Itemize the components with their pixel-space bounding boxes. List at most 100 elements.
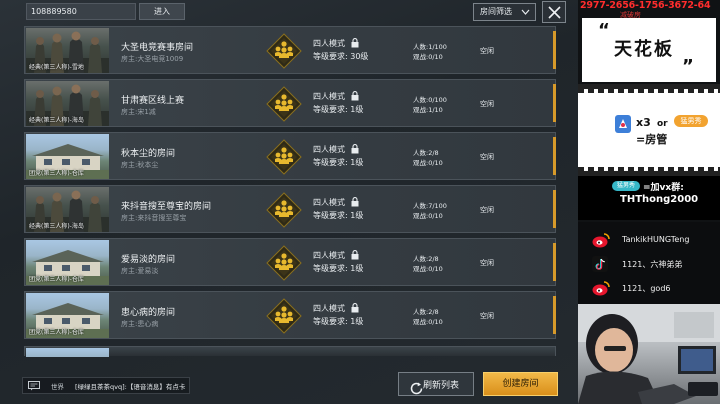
room-id-input[interactable]: 108889580: [26, 3, 136, 20]
film-border-bottom: [578, 167, 720, 171]
create-room-button[interactable]: 创建房间: [483, 372, 558, 396]
room-name: 大圣电竞赛事房间: [121, 43, 194, 53]
map-thumbnail: 团竞(第三人称)-仓库: [26, 293, 109, 338]
room-status: 空闲: [480, 153, 494, 161]
lock-icon: [351, 38, 359, 51]
ceiling-card: “ 天花板 ”: [582, 18, 716, 82]
game-mode-caption: 经典(第三人称)-雪地: [29, 64, 84, 71]
spectator-count: 观战:0/10: [413, 265, 443, 273]
lock-icon: [351, 144, 359, 157]
room-owner: 房主:来抖音搜至尊宝: [121, 214, 187, 222]
room-row[interactable]: 团竞(第三人称)-仓库 患心病的房间 房主:患心病 四人模式 等级要求: 1级 …: [24, 291, 556, 339]
player-count: 人数:0/100: [413, 96, 447, 104]
room-row[interactable]: 经典(第三人称)-海岛 来抖音搜至尊宝的房间 房主:来抖音搜至尊宝 四人模式 等…: [24, 185, 556, 233]
spectator-count: 观战:1/10: [413, 106, 443, 114]
close-button[interactable]: [542, 1, 566, 23]
game-mode-caption: 团竞(第三人称)-仓库: [29, 170, 84, 177]
game-mode-caption: 团竞(第三人称)-仓库: [29, 329, 84, 336]
refresh-list-label: 刷新列表: [423, 381, 460, 391]
room-row-partial[interactable]: [24, 346, 556, 357]
chat-channel: 世界: [51, 383, 64, 391]
room-filter-dropdown[interactable]: 房间筛选: [473, 3, 536, 21]
map-thumbnail: 团竞(第三人称)-仓库: [26, 134, 109, 179]
level-requirement: 等级要求: 1级: [313, 317, 364, 326]
level-requirement: 等级要求: 1级: [313, 264, 364, 273]
join-group-label: =加vx群:: [643, 183, 684, 193]
top-bar: 108889580 进入 房间筛选: [0, 0, 578, 24]
refresh-list-button[interactable]: 刷新列表: [398, 372, 474, 396]
douyin-handle: 1121、六神弟弟: [622, 260, 683, 269]
social-weibo-primary: TankikHUNGTeng: [592, 232, 718, 250]
room-name: 甘肃赛区线上赛: [121, 96, 185, 106]
level-requirement: 等级要求: 30级: [313, 52, 369, 61]
join-group-panel: 猛男秀 =加vx群: THThong2000: [578, 176, 720, 220]
room-row[interactable]: 经典(第三人称)-海岛 甘肃赛区线上赛 房主:宋1减 四人模式 等级要求: 1级…: [24, 79, 556, 127]
room-row[interactable]: 团竞(第三人称)-仓库 爱易淡的房间 房主:爱易淡 四人模式 等级要求: 1级 …: [24, 238, 556, 286]
player-count: 人数:7/100: [413, 202, 447, 210]
team-mode: 四人模式: [313, 304, 345, 313]
team-mode: 四人模式: [313, 92, 345, 101]
room-owner: 房主:秋本尘: [121, 161, 159, 169]
ticket-multiplier: x3: [636, 116, 651, 129]
map-thumbnail: 经典(第三人称)-海岛: [26, 187, 109, 232]
room-status: 空闲: [480, 100, 494, 108]
player-count: 人数:2/8: [413, 308, 439, 316]
join-group-id: THThong2000: [620, 194, 699, 205]
stream-overlay: 2977-2656-1756-3672-64 减破房 “ 天花板 ” x3 or…: [578, 0, 720, 404]
level-requirement: 等级要求: 1级: [313, 158, 364, 167]
game-mode-caption: 经典(第三人称)-海岛: [29, 223, 84, 230]
ticket-result: =房管: [636, 133, 668, 146]
ceiling-text: 天花板: [614, 39, 674, 60]
film-border-top: [578, 89, 720, 93]
enter-room-button[interactable]: 进入: [139, 3, 185, 20]
squad-icon: [266, 245, 302, 281]
room-owner: 房主:爱易淡: [121, 267, 159, 275]
player-count: 人数:2/8: [413, 149, 439, 157]
custom-room-list-screen: 108889580 进入 房间筛选 经典(第三人称)-雪地 大圣电竞赛事房间 房…: [0, 0, 578, 404]
spectator-count: 观战:0/10: [413, 159, 443, 167]
squad-icon: [266, 298, 302, 334]
row-accent-edge: [553, 190, 556, 228]
room-name: 来抖音搜至尊宝的房间: [121, 202, 212, 212]
overlay-phone-number: 2977-2656-1756-3672-64: [580, 0, 711, 11]
gift-ticket-card: x3 or 猛男秀 =房管: [578, 84, 720, 176]
bottom-bar: 世界 [绿绿且茶茶qvq]:【语音消息】有点卡 刷新列表 创建房间: [0, 370, 578, 404]
game-mode-caption: 团竞(第三人称)-仓库: [29, 276, 84, 283]
social-weibo-secondary: 1121、god6: [592, 280, 718, 298]
chat-message: [绿绿且茶茶qvq]:【语音消息】有点卡: [75, 383, 186, 391]
room-name: 爱易淡的房间: [121, 255, 176, 265]
chevron-down-icon: [521, 4, 530, 26]
social-douyin: 1121、六神弟弟: [592, 256, 718, 274]
gift-icon: [614, 114, 632, 137]
map-thumbnail: 经典(第三人称)-海岛: [26, 81, 109, 126]
room-row[interactable]: 经典(第三人称)-雪地 大圣电竞赛事房间 房主:大圣电竞1009 四人模式 等级…: [24, 26, 556, 74]
row-accent-edge: [553, 84, 556, 122]
lock-icon: [351, 250, 359, 263]
world-chat-box[interactable]: 世界 [绿绿且茶茶qvq]:【语音消息】有点卡: [22, 377, 190, 394]
fan-badge-icon: 猛男秀: [612, 181, 640, 191]
lock-icon: [351, 197, 359, 210]
quote-open: “: [598, 20, 610, 41]
weibo-icon: [592, 232, 610, 251]
map-thumbnail: 经典(第三人称)-雪地: [26, 28, 109, 73]
lock-icon: [351, 91, 359, 104]
chat-icon: [28, 381, 40, 394]
fan-badge-icon: 猛男秀: [674, 115, 708, 127]
player-count: 人数:1/100: [413, 43, 447, 51]
map-thumbnail: [26, 348, 109, 357]
squad-icon: [266, 33, 302, 69]
quote-close: ”: [682, 56, 694, 77]
weibo-handle: TankikHUNGTeng: [622, 235, 690, 244]
level-requirement: 等级要求: 1级: [313, 211, 364, 220]
room-filter-label: 房间筛选: [480, 7, 512, 16]
spectator-count: 观战:0/10: [413, 212, 443, 220]
spectator-count: 观战:0/10: [413, 318, 443, 326]
room-status: 空闲: [480, 312, 494, 320]
team-mode: 四人模式: [313, 145, 345, 154]
row-accent-edge: [553, 31, 556, 69]
room-row[interactable]: 团竞(第三人称)-仓库 秋本尘的房间 房主:秋本尘 四人模式 等级要求: 1级 …: [24, 132, 556, 180]
row-accent-edge: [553, 243, 556, 281]
room-owner: 房主:宋1减: [121, 108, 156, 116]
room-owner: 房主:患心病: [121, 320, 159, 328]
room-status: 空闲: [480, 206, 494, 214]
